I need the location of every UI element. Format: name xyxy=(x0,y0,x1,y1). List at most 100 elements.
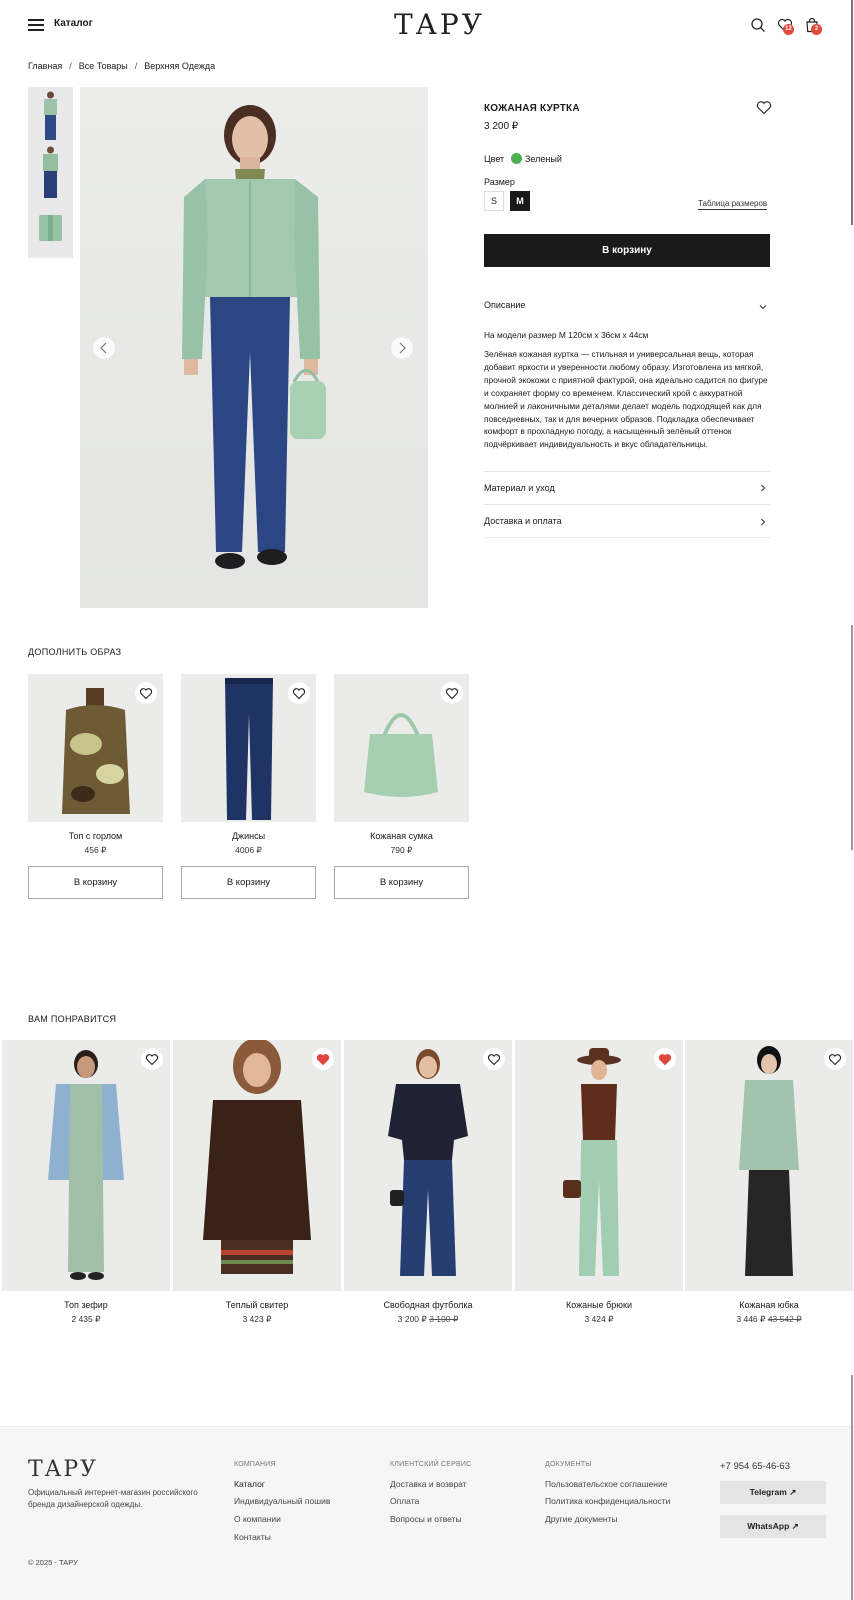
chevron-down-icon[interactable] xyxy=(758,302,768,312)
size-chart-link[interactable]: Таблица размеров xyxy=(698,199,768,210)
size-option-s[interactable]: S xyxy=(484,191,504,211)
recommendation-price: 2 435 ₽ xyxy=(71,1314,101,1324)
favorite-button[interactable] xyxy=(483,1048,505,1070)
recommendation-card[interactable]: Теплый свитер 3 423 ₽ xyxy=(173,1040,341,1325)
footer-docs-title: ДОКУМЕНТЫ xyxy=(545,1461,592,1468)
favorite-button[interactable] xyxy=(141,1048,163,1070)
look-item-card[interactable]: Топ с горлом 456 ₽ В корзину xyxy=(28,674,163,899)
footer-link-payment[interactable]: Оплата xyxy=(390,1496,419,1506)
footer-link-delivery-returns[interactable]: Доставка и возврат xyxy=(390,1479,467,1489)
look-item-name[interactable]: Джинсы xyxy=(181,831,316,841)
footer-link-privacy-policy[interactable]: Политика конфиденциальности xyxy=(545,1496,670,1506)
look-item-name[interactable]: Кожаная сумка xyxy=(334,831,469,841)
model-size-info: На модели размер М 120см х 36см х 44см xyxy=(484,330,649,340)
recommendation-price: 3 200 ₽ 3 100 ₽ xyxy=(397,1314,459,1324)
recommendation-image[interactable] xyxy=(2,1040,170,1291)
product-description: Зелёная кожаная куртка — стильная и унив… xyxy=(484,349,768,450)
footer-link-other-docs[interactable]: Другие документы xyxy=(545,1514,618,1524)
heart-icon xyxy=(145,1054,159,1066)
add-to-cart-button[interactable]: В корзину xyxy=(484,234,770,267)
favorite-button[interactable] xyxy=(288,682,310,704)
recommendation-card[interactable]: Топ зефир 2 435 ₽ xyxy=(2,1040,170,1325)
color-swatch[interactable] xyxy=(511,153,522,164)
site-header: Каталог ТАРУ 12 2 xyxy=(0,0,854,50)
size-label: Размер xyxy=(484,177,515,187)
favorite-button[interactable] xyxy=(135,682,157,704)
chevron-right-icon xyxy=(399,342,406,354)
look-item-card[interactable]: Джинсы 4006 ₽ В корзину xyxy=(181,674,316,899)
recommendation-name[interactable]: Топ зефир xyxy=(2,1300,170,1310)
heart-icon xyxy=(139,688,153,700)
heart-filled-icon xyxy=(658,1054,672,1066)
recommendation-image[interactable] xyxy=(173,1040,341,1291)
footer-link-user-agreement[interactable]: Пользовательское соглашение xyxy=(545,1479,667,1489)
thumbnail-1[interactable] xyxy=(28,87,73,144)
recommendation-image[interactable] xyxy=(685,1040,853,1291)
complete-look-title: ДОПОЛНИТЬ ОБРАЗ xyxy=(28,647,122,657)
add-to-cart-button[interactable]: В корзину xyxy=(181,866,316,899)
catalog-link[interactable]: Каталог xyxy=(54,18,93,29)
scrollbar-thumb[interactable] xyxy=(851,0,853,225)
breadcrumb-home[interactable]: Главная xyxy=(28,61,62,71)
footer-logo[interactable]: ТАРУ xyxy=(28,1457,98,1482)
thumbnail-2[interactable] xyxy=(28,144,73,201)
chevron-left-icon xyxy=(100,342,107,354)
footer-link-faq[interactable]: Вопросы и ответы xyxy=(390,1514,462,1524)
gallery-next-button[interactable] xyxy=(391,337,413,359)
recommendation-card[interactable]: Кожаные брюки 3 424 ₽ xyxy=(515,1040,683,1325)
favorite-button[interactable] xyxy=(824,1048,846,1070)
copyright: © 2025 - ТАРУ xyxy=(28,1558,78,1567)
heart-icon xyxy=(292,688,306,700)
add-to-cart-button[interactable]: В корзину xyxy=(334,866,469,899)
recommendation-price: 3 423 ₽ xyxy=(242,1314,272,1324)
thumbnail-3[interactable] xyxy=(28,201,73,258)
breadcrumb-outerwear[interactable]: Верхняя Одежда xyxy=(144,61,215,71)
footer-link-catalog[interactable]: Каталог xyxy=(234,1479,265,1489)
look-item-name[interactable]: Топ с горлом xyxy=(28,831,163,841)
footer-link-contacts[interactable]: Контакты xyxy=(234,1532,271,1542)
look-item-image[interactable] xyxy=(28,674,163,822)
recommendation-card[interactable]: Свободная футболка 3 200 ₽ 3 100 ₽ xyxy=(344,1040,512,1325)
add-to-favorites-icon[interactable] xyxy=(756,100,772,115)
chevron-right-icon[interactable] xyxy=(758,483,768,493)
favorite-button[interactable] xyxy=(441,682,463,704)
divider xyxy=(484,537,770,538)
look-item-image[interactable] xyxy=(334,674,469,822)
look-item-card[interactable]: Кожаная сумка 790 ₽ В корзину xyxy=(334,674,469,899)
delivery-payment-toggle[interactable]: Доставка и оплата xyxy=(484,516,562,526)
chevron-right-icon[interactable] xyxy=(758,517,768,527)
menu-icon[interactable] xyxy=(28,19,44,31)
recommendation-name[interactable]: Свободная футболка xyxy=(344,1300,512,1310)
recommendation-image[interactable] xyxy=(515,1040,683,1291)
favorite-button-active[interactable] xyxy=(312,1048,334,1070)
footer-link-custom-tailoring[interactable]: Индивидуальный пошив xyxy=(234,1496,330,1506)
recommendation-card[interactable]: Кожаная юбка 3 446 ₽ 43 542 ₽ xyxy=(685,1040,853,1325)
material-care-toggle[interactable]: Материал и уход xyxy=(484,483,555,493)
recommendation-name[interactable]: Теплый свитер xyxy=(173,1300,341,1310)
recommendation-name[interactable]: Кожаная юбка xyxy=(685,1300,853,1310)
footer-company-title: КОМПАНИЯ xyxy=(234,1461,276,1468)
breadcrumb: Главная / Все Товары / Верхняя Одежда xyxy=(28,61,216,71)
scrollbar-thumb[interactable] xyxy=(851,1375,853,1600)
favorite-button-active[interactable] xyxy=(654,1048,676,1070)
brand-logo[interactable]: ТАРУ xyxy=(394,9,485,41)
color-label: Цвет xyxy=(484,154,505,164)
add-to-cart-button[interactable]: В корзину xyxy=(28,866,163,899)
footer-link-about[interactable]: О компании xyxy=(234,1514,281,1524)
telegram-button[interactable]: Telegram ↗ xyxy=(720,1481,826,1504)
look-item-price: 4006 ₽ xyxy=(235,845,262,855)
search-icon[interactable] xyxy=(750,17,766,33)
breadcrumb-all-products[interactable]: Все Товары xyxy=(79,61,128,71)
whatsapp-button[interactable]: WhatsApp ↗ xyxy=(720,1515,826,1538)
recommendation-name[interactable]: Кожаные брюки xyxy=(515,1300,683,1310)
recommendation-price: 3 446 ₽ 43 542 ₽ xyxy=(736,1314,802,1324)
scrollbar-thumb[interactable] xyxy=(851,625,853,850)
recommendations-title: ВАМ ПОНРАВИТСЯ xyxy=(28,1014,117,1024)
description-toggle[interactable]: Описание xyxy=(484,300,525,310)
look-item-image[interactable] xyxy=(181,674,316,822)
footer-phone[interactable]: +7 954 65-46-63 xyxy=(720,1461,790,1472)
size-option-m[interactable]: M xyxy=(510,191,530,211)
recommendation-image[interactable] xyxy=(344,1040,512,1291)
heart-filled-icon xyxy=(316,1054,330,1066)
gallery-prev-button[interactable] xyxy=(93,337,115,359)
